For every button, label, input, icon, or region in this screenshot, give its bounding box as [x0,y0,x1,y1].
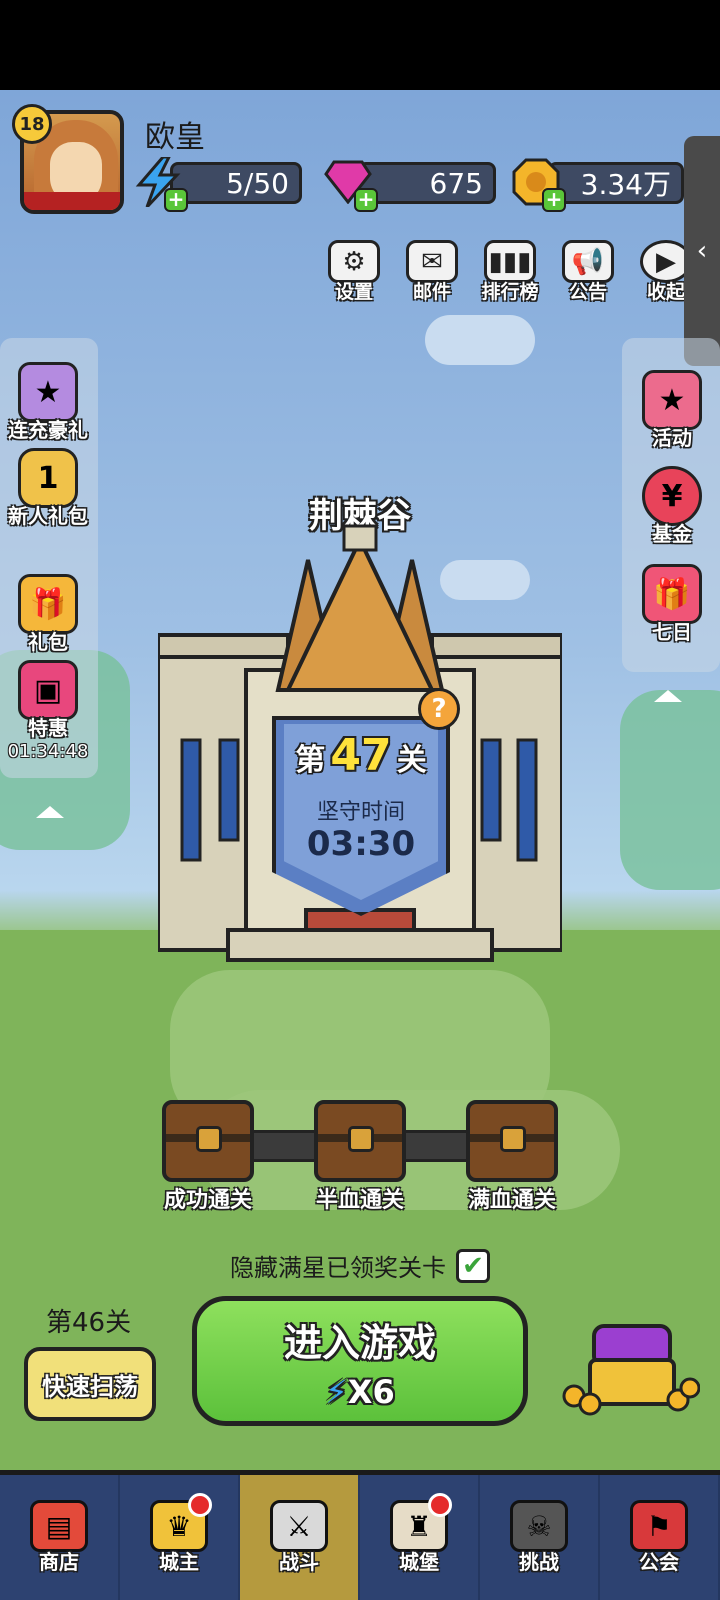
stars-gift-icon: ★ [642,370,702,430]
lock-icon [196,1126,222,1152]
chest-success[interactable] [162,1100,254,1182]
gold-add-button[interactable]: + [510,156,566,212]
nav-guild[interactable]: ⚑ 公会 [600,1475,720,1600]
hold-time-label: 坚守时间 [316,800,405,825]
gift-box-icon: ★ [18,362,78,422]
crossed-swords-icon: ⚔ [270,1500,328,1552]
leaderboard-label: 排行榜 [481,281,539,303]
chest-success-label: 成功通关 [163,1188,252,1213]
nav-shop-label: 商店 [39,1550,79,1574]
stage-prefix: 第 [295,743,326,778]
settings-label: 设置 [334,281,373,303]
enter-game-cost: ⚡X6 [325,1373,394,1411]
hide-completed-label: 隐藏满星已领奖关卡 [230,1254,446,1282]
special-offer-button[interactable]: ▣ 特惠 01:34:48 [2,660,94,762]
right-panel-expand-arrow[interactable] [654,690,682,702]
gift-icon: 🎁 [18,574,78,634]
nav-lord[interactable]: ♛ 城主 [120,1475,240,1600]
previous-stage-label: 第46关 [46,1308,132,1338]
collapse-label: 收起 [646,281,685,303]
seven-day-label: 七日 [652,620,692,644]
cloud [425,315,535,365]
chest-half-hp-label: 半血通关 [315,1188,404,1213]
chest-icon: ▣ [18,660,78,720]
enter-game-button[interactable]: 进入游戏 ⚡X6 [192,1296,528,1426]
hide-completed-option[interactable]: 隐藏满星已领奖关卡 ✔ [0,1248,720,1283]
seven-day-button[interactable]: 🎁 七日 [626,564,718,645]
stage-suffix: 关 [396,743,427,778]
stage-number-line: 第 47 关 [272,730,450,781]
lock-icon [348,1126,374,1152]
lightning-icon: ⚡ [325,1372,348,1411]
settings-button[interactable]: ⚙ 设置 [322,240,386,304]
nav-lord-label: 城主 [159,1550,199,1574]
events-button[interactable]: ★ 活动 [626,370,718,451]
gift-pack-button[interactable]: 🎁 礼包 [2,574,94,655]
nav-challenge-label: 挑战 [519,1550,559,1574]
nav-battle-label: 战斗 [279,1550,319,1574]
special-offer-label: 特惠 [28,716,68,740]
energy-bar: 5/50 [170,162,302,204]
stage-number: 47 [330,730,392,781]
nav-castle-label: 城堡 [399,1550,439,1574]
gems-bar: 675 [358,162,496,204]
recharge-gift-button[interactable]: ★ 连充豪礼 [2,362,94,443]
gold-bar: 3.34万 [548,162,684,204]
hold-time-value: 03:30 [306,824,416,864]
nav-guild-label: 公会 [639,1550,679,1574]
recharge-gift-label: 连充豪礼 [8,418,88,442]
nav-castle[interactable]: ♜ 城堡 [360,1475,480,1600]
checkmark-icon[interactable]: ✔ [456,1248,490,1283]
player-name: 欧皇 [145,120,205,155]
notification-dot [428,1493,452,1517]
player-level-badge: 18 [12,104,52,144]
status-bar [0,0,720,90]
gift-pack-label: 礼包 [28,630,68,654]
notification-dot [188,1493,212,1517]
enter-cost-value: X6 [347,1372,395,1411]
bottom-nav: ▤ 商店 ♛ 城主 ⚔ 战斗 ♜ 城堡 ☠ 挑战 ⚑ 公会 [0,1470,720,1600]
announcement-button[interactable]: 📢 公告 [556,240,620,304]
lock-icon [500,1126,526,1152]
announcement-label: 公告 [568,281,607,303]
monster-icon: ☠ [510,1500,568,1552]
shop-icon: ▤ [30,1500,88,1552]
mail-button[interactable]: ✉ 邮件 [400,240,464,304]
leaderboard-button[interactable]: ▮▮▮ 排行榜 [478,240,542,304]
energy-add-button[interactable]: + [132,156,188,212]
mail-label: 邮件 [412,281,451,303]
special-offer-timer: 01:34:48 [7,741,89,762]
left-panel-expand-arrow[interactable] [36,806,64,818]
stage-info-button[interactable]: ? [418,688,460,730]
nav-challenge[interactable]: ☠ 挑战 [480,1475,600,1600]
nav-battle[interactable]: ⚔ 战斗 [240,1475,360,1600]
tree [620,690,720,890]
chest-full-hp-label: 满血通关 [467,1188,556,1213]
treasure-chest-icon[interactable] [560,1316,700,1416]
events-label: 活动 [652,426,692,450]
guild-banner-icon: ⚑ [630,1500,688,1552]
gift-ribbon-icon: 🎁 [642,564,702,624]
quick-sweep-button[interactable]: 快速扫荡 [24,1347,156,1421]
nav-shop[interactable]: ▤ 商店 [0,1475,120,1600]
chest-half-hp[interactable] [314,1100,406,1182]
enter-game-label: 进入游戏 [283,1320,436,1365]
side-drawer-toggle[interactable]: ‹ [684,136,720,366]
chest-full-hp[interactable] [466,1100,558,1182]
gems-add-button[interactable]: + [322,156,378,212]
